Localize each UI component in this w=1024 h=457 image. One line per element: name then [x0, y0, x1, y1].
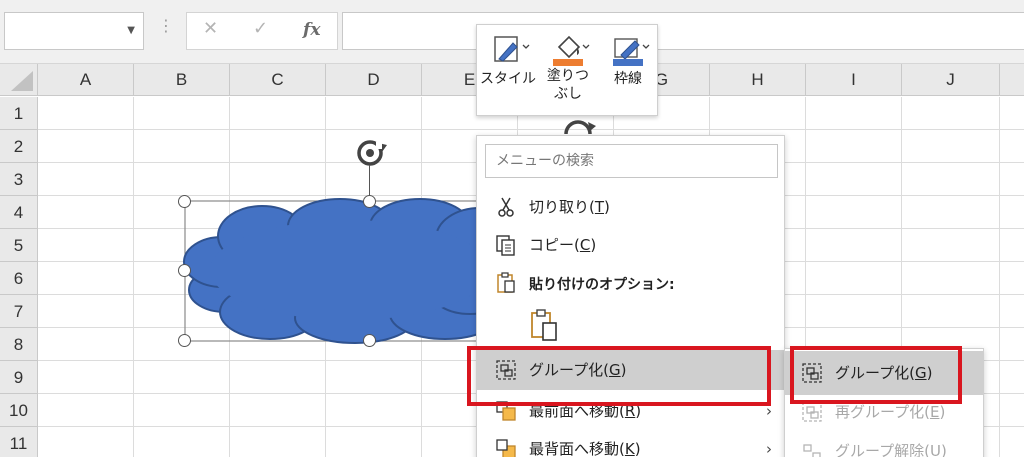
- outline-color-swatch: [613, 59, 643, 66]
- fill-color-swatch: [553, 59, 583, 66]
- resize-handle-top[interactable]: [363, 195, 376, 208]
- menu-search-input[interactable]: メニューの検索: [485, 144, 778, 178]
- outline-button[interactable]: 枠線: [599, 29, 657, 115]
- submenu-item-ungroup-label: グループ解除(U): [835, 442, 947, 457]
- rotate-stem-line: [369, 165, 370, 196]
- menu-item-send-to-back-label: 最背面へ移動(K): [529, 440, 641, 457]
- cloud-fill-core: [210, 220, 490, 320]
- menu-item-copy[interactable]: コピー(C): [477, 226, 784, 264]
- menu-item-copy-label: コピー(C): [529, 236, 597, 254]
- paste-options-icon: [497, 272, 515, 293]
- copy-icon: [496, 235, 515, 256]
- style-button[interactable]: スタイル: [479, 29, 537, 115]
- resize-handle-bottom[interactable]: [363, 334, 376, 347]
- chevron-right-icon: ›: [766, 440, 772, 457]
- rotate-handle-icon[interactable]: [354, 136, 394, 170]
- mini-toolbar: スタイル 塗りつ ぶし 枠線: [476, 24, 658, 116]
- highlight-box-group-menu: [467, 346, 771, 406]
- resize-handle-left[interactable]: [178, 264, 191, 277]
- ungroup-icon: [803, 444, 821, 457]
- menu-item-send-to-back[interactable]: 最背面へ移動(K) ›: [477, 430, 784, 457]
- context-menu: メニューの検索 切り取り(T) コピー(C) 貼り付けのオプション: グループ化…: [476, 135, 785, 457]
- resize-handle-top-left[interactable]: [178, 195, 191, 208]
- paste-keep-source-icon[interactable]: [529, 308, 561, 342]
- menu-item-cut[interactable]: 切り取り(T): [477, 188, 784, 226]
- fill-button[interactable]: 塗りつ ぶし: [539, 29, 597, 115]
- fill-label-line1: 塗りつ: [546, 68, 590, 84]
- fill-bucket-icon: [553, 35, 590, 66]
- submenu-item-ungroup[interactable]: グループ解除(U): [785, 433, 983, 457]
- resize-handle-bottom-left[interactable]: [178, 334, 191, 347]
- scissors-icon: [498, 197, 514, 217]
- send-to-back-icon: [496, 439, 516, 457]
- shape-style-icon: [494, 36, 530, 62]
- highlight-box-group-submenu: [790, 346, 962, 404]
- outline-pen-icon: [613, 38, 650, 66]
- paste-options-header: 貼り付けのオプション:: [529, 277, 675, 293]
- regroup-icon: [802, 402, 822, 422]
- outline-label: 枠線: [614, 71, 642, 87]
- fill-label-line2: ぶし: [554, 86, 582, 102]
- menu-item-cut-label: 切り取り(T): [529, 198, 610, 216]
- style-label: スタイル: [480, 71, 536, 87]
